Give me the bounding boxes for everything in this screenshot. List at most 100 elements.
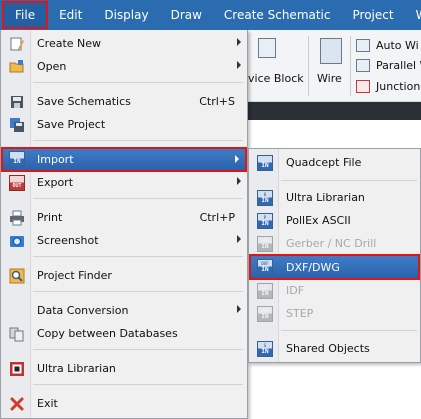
parallel-wire-icon[interactable] xyxy=(356,59,370,72)
wire-button[interactable]: Wire xyxy=(317,72,342,85)
menu-item-label: Exit xyxy=(37,397,58,410)
menu-item-label: Screenshot xyxy=(37,234,99,247)
device-block-icon[interactable] xyxy=(258,38,276,58)
menu-item-label: Copy between Databases xyxy=(37,327,178,340)
menu-item-open[interactable]: Open xyxy=(1,56,247,78)
menu-item-screenshot[interactable]: Screenshot xyxy=(1,230,247,252)
ribbon-separator xyxy=(308,36,309,96)
submenu-item-step: STEP IN STEP xyxy=(249,303,420,325)
submenu-item-ultra-librarian[interactable]: U IN Ultra Librarian xyxy=(249,187,420,209)
menu-separator xyxy=(33,384,243,385)
finder-icon xyxy=(9,268,25,284)
submenu-item-shared-objects[interactable]: S IN Shared Objects xyxy=(249,338,420,360)
save-icon xyxy=(11,96,23,108)
menu-item-label: Create New xyxy=(37,37,102,50)
ribbon-separator xyxy=(350,36,351,96)
menu-item-label: Data Conversion xyxy=(37,304,129,317)
menu-separator xyxy=(33,291,243,292)
submenu-item-label: Gerber / NC Drill xyxy=(286,237,377,250)
menu-item-print[interactable]: Print Ctrl+P xyxy=(1,207,247,229)
menu-item-copy-between-databases[interactable]: Copy between Databases xyxy=(1,323,247,345)
submenu-item-label: IDF xyxy=(286,284,305,297)
exit-icon xyxy=(10,397,24,411)
menu-project[interactable]: Project xyxy=(342,0,405,30)
menu-file[interactable]: File xyxy=(2,1,49,29)
export-badge-text: OUT xyxy=(12,183,22,189)
submenu-arrow-icon xyxy=(237,235,241,243)
submenu-arrow-icon xyxy=(235,155,239,163)
shortcut-text: Ctrl+S xyxy=(199,95,235,108)
junction-icon[interactable] xyxy=(356,80,370,93)
export-icon: OUT xyxy=(9,175,25,191)
submenu-item-pollex-ascii[interactable]: P IN PollEx ASCII xyxy=(249,210,420,232)
menu-separator xyxy=(281,180,417,181)
menu-item-label: Ultra Librarian xyxy=(37,362,116,375)
printer-icon xyxy=(10,210,24,226)
submenu-arrow-icon xyxy=(237,38,241,46)
shortcut-text: Ctrl+P xyxy=(199,211,235,224)
import-submenu: IN Quadcept File U IN Ultra Librarian P IN… xyxy=(248,148,421,363)
menu-separator xyxy=(281,330,417,331)
pollex-import-icon: P IN xyxy=(257,213,273,229)
menu-item-project-finder[interactable]: Project Finder xyxy=(1,265,247,287)
submenu-item-label: Shared Objects xyxy=(286,342,370,355)
menu-item-export[interactable]: OUT Export xyxy=(1,172,247,194)
junction-button[interactable]: Junction xyxy=(376,80,420,93)
submenu-arrow-icon xyxy=(237,61,241,69)
menu-item-label: Open xyxy=(37,60,67,73)
menu-item-data-conversion[interactable]: Data Conversion xyxy=(1,300,247,322)
menu-separator xyxy=(33,349,243,350)
parallel-wire-button[interactable]: Parallel W xyxy=(376,59,421,72)
save-project-icon xyxy=(10,118,24,132)
step-import-icon: STEP IN xyxy=(257,306,273,322)
menu-item-exit[interactable]: Exit xyxy=(1,393,247,415)
menu-create-schematic[interactable]: Create Schematic xyxy=(213,0,342,30)
submenu-item-dxf-dwg[interactable]: DXF IN DXF/DWG xyxy=(249,254,420,280)
menu-window[interactable]: W xyxy=(405,0,421,30)
menu-draw[interactable]: Draw xyxy=(160,0,213,30)
submenu-arrow-icon xyxy=(237,305,241,313)
menu-separator xyxy=(33,140,243,141)
menu-item-create-new[interactable]: Create New xyxy=(1,33,247,55)
menu-item-save-schematics[interactable]: Save Schematics Ctrl+S xyxy=(1,91,247,113)
idf-import-icon: IDF IN xyxy=(257,283,273,299)
ultra-librarian-import-icon: U IN xyxy=(257,190,273,206)
submenu-item-label: Quadcept File xyxy=(286,156,362,169)
camera-icon xyxy=(10,236,24,247)
import-icon: IN xyxy=(9,151,25,167)
shared-objects-import-icon: S IN xyxy=(257,341,273,357)
copy-db-icon xyxy=(9,327,24,342)
submenu-item-label: STEP xyxy=(286,307,314,320)
menu-display[interactable]: Display xyxy=(93,0,159,30)
submenu-item-label: PollEx ASCII xyxy=(286,214,351,227)
menu-separator xyxy=(33,82,243,83)
gerber-import-icon: GBR IN xyxy=(257,236,273,252)
menu-item-label: Print xyxy=(37,211,63,224)
menu-item-label: Project Finder xyxy=(37,269,112,282)
menu-bar: File Edit Display Draw Create Schematic … xyxy=(0,0,421,30)
menu-separator xyxy=(33,198,243,199)
submenu-item-gerber-nc-drill: GBR IN Gerber / NC Drill xyxy=(249,233,420,255)
open-folder-icon xyxy=(9,60,24,73)
chip-icon xyxy=(10,362,24,376)
create-new-icon xyxy=(10,37,24,51)
auto-wire-icon[interactable] xyxy=(356,39,370,52)
device-block-button[interactable]: vice Block xyxy=(248,72,304,85)
menu-edit[interactable]: Edit xyxy=(48,0,93,30)
submenu-item-quadcept-file[interactable]: IN Quadcept File xyxy=(249,152,420,174)
file-menu: Create New Open Save Schematics Ctrl+S S… xyxy=(0,30,248,419)
menu-item-label: Save Project xyxy=(37,118,106,131)
menu-separator xyxy=(33,256,243,257)
dxf-import-icon: DXF IN xyxy=(257,259,273,275)
wire-icon[interactable] xyxy=(320,38,342,64)
submenu-item-idf: IDF IN IDF xyxy=(249,280,420,302)
submenu-arrow-icon xyxy=(237,177,241,185)
menu-item-import[interactable]: IN Import xyxy=(1,147,247,172)
submenu-item-label: Ultra Librarian xyxy=(286,191,365,204)
menu-item-label: Export xyxy=(37,176,74,189)
import-badge-text: IN xyxy=(13,158,21,165)
quadcept-import-icon: IN xyxy=(257,155,273,171)
auto-wire-button[interactable]: Auto Wi xyxy=(376,39,419,52)
menu-item-ultra-librarian[interactable]: Ultra Librarian xyxy=(1,358,247,380)
menu-item-save-project[interactable]: Save Project xyxy=(1,114,247,136)
